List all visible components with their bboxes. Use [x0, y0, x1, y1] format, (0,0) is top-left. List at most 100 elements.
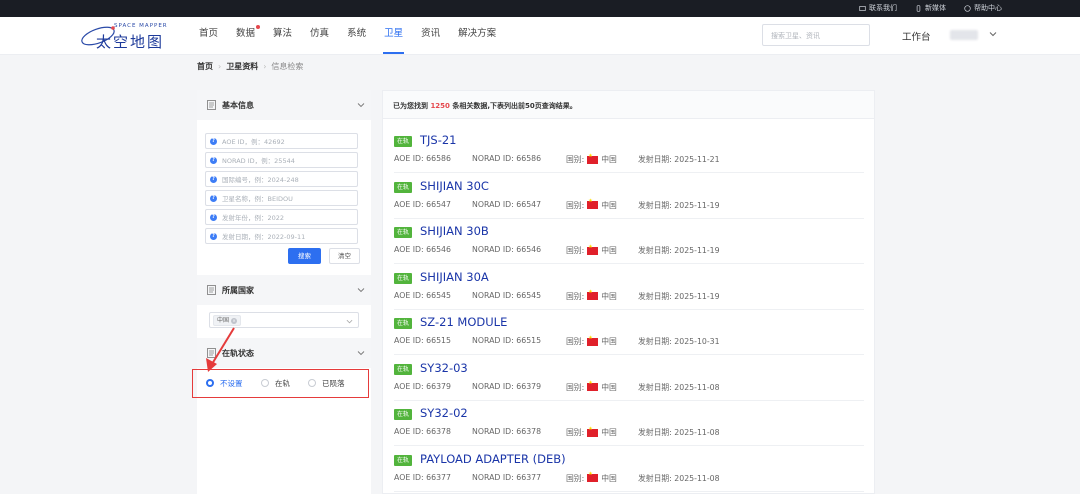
- nav-algorithm[interactable]: 算法: [264, 17, 301, 54]
- search-button[interactable]: 搜索: [288, 248, 321, 264]
- satellite-name-link[interactable]: SY32-03: [420, 361, 468, 375]
- result-count: 1250: [430, 102, 450, 110]
- aoe-id-field[interactable]: ? AOE ID，例：42692: [205, 133, 358, 149]
- satellite-meta: AOE ID: 66586 NORAD ID: 66586 国别: 中国 发射日期: 2…: [394, 153, 720, 165]
- nav-home[interactable]: 首页: [190, 17, 227, 54]
- country: 国别: 中国: [566, 153, 638, 165]
- china-flag-icon: [587, 335, 599, 346]
- help-icon: ?: [210, 194, 217, 202]
- annotation-highlight-box: [192, 369, 369, 398]
- norad-id-field[interactable]: ? NORAD ID，例：25544: [205, 152, 358, 168]
- logo-chinese: 太空地图: [96, 33, 165, 51]
- main-header: SPACE MAPPER 太空地图 首页 数据 算法 仿真 系统 卫星 资讯 解…: [0, 17, 1080, 55]
- satellite-meta: AOE ID: 66545 NORAD ID: 66545 国别: 中国 发射日期: 2…: [394, 289, 720, 302]
- help-icon: [964, 4, 971, 12]
- launch-date-field[interactable]: ? 发射日期，例：2022-09-11: [205, 228, 358, 244]
- status-badge: 在轨: [394, 227, 413, 238]
- nav-simulation[interactable]: 仿真: [301, 17, 338, 54]
- launch-date: 发射日期: 2025-11-08: [638, 473, 720, 483]
- norad-id: NORAD ID: 66515: [472, 336, 542, 345]
- satellite-name-field[interactable]: ? 卫星名称，例：BEIDOU: [205, 190, 358, 206]
- list-item[interactable]: 在轨 SHIJIAN 30C AOE ID: 66547 NORAD ID: 6654…: [394, 174, 864, 219]
- nav-solutions[interactable]: 解决方案: [449, 17, 505, 54]
- contact-link[interactable]: 联系我们: [859, 3, 897, 13]
- satellite-name-link[interactable]: SZ-21 MODULE: [420, 315, 507, 329]
- launch-date: 发射日期: 2025-11-08: [638, 382, 720, 392]
- satellite-name-link[interactable]: TJS-21: [420, 133, 457, 147]
- intl-id-placeholder: 国际编号，例：2024-248: [222, 176, 299, 184]
- chevron-down-icon: [357, 103, 365, 108]
- list-item[interactable]: 在轨 SY32-03 AOE ID: 66379 NORAD ID: 66379 国别:…: [394, 356, 864, 401]
- china-flag-icon: [587, 153, 599, 164]
- country: 国别: 中国: [566, 426, 638, 438]
- contact-icon: [859, 5, 866, 11]
- basic-info-header[interactable]: 基本信息: [197, 90, 371, 120]
- avatar[interactable]: [950, 30, 978, 40]
- nav-satellite[interactable]: 卫星: [375, 17, 412, 54]
- status-badge: 在轨: [394, 272, 413, 284]
- media-link[interactable]: 新媒体: [915, 3, 946, 13]
- breadcrumb-current: 信息检索: [271, 62, 304, 71]
- nav-news[interactable]: 资讯: [412, 17, 449, 54]
- document-icon: [207, 100, 216, 110]
- satellite-name-link[interactable]: SHIJIAN 30B: [420, 224, 489, 238]
- launch-date: 发射日期: 2025-10-31: [638, 337, 720, 346]
- country-title: 所属国家: [222, 285, 254, 295]
- close-icon[interactable]: ×: [231, 317, 238, 324]
- satellite-name-link[interactable]: SY32-02: [420, 406, 468, 420]
- satellite-name-link[interactable]: SHIJIAN 30C: [420, 179, 489, 193]
- breadcrumb-satellite-data[interactable]: 卫星资料: [226, 61, 258, 72]
- clear-button[interactable]: 清空: [329, 248, 360, 264]
- basic-info-title: 基本信息: [222, 100, 254, 110]
- satellite-name-link[interactable]: PAYLOAD ADAPTER (DEB): [420, 452, 566, 466]
- list-item[interactable]: 在轨 SHIJIAN 30A AOE ID: 66545 NORAD ID: 6654…: [394, 265, 864, 310]
- china-flag-icon: [587, 471, 599, 482]
- country-label: 国别:: [566, 291, 585, 301]
- list-item[interactable]: 在轨 SHIJIAN 30B AOE ID: 66546 NORAD ID: 6654…: [394, 219, 864, 264]
- country-label: 国别:: [566, 473, 585, 483]
- aoe-id: AOE ID: 66586: [394, 154, 451, 163]
- norad-id: NORAD ID: 66586: [472, 154, 542, 163]
- intl-id-field[interactable]: ? 国际编号，例：2024-248: [205, 171, 358, 187]
- country-tag[interactable]: 中国 ×: [213, 315, 242, 326]
- aoe-id: AOE ID: 66377: [394, 472, 451, 482]
- country-value: 中国: [601, 473, 617, 483]
- results-panel: 已为您找到 1250 条相关数据,下表列出前50页查询结果。 在轨 TJS-21 A…: [382, 90, 875, 494]
- country: 国别: 中国: [566, 244, 638, 256]
- help-icon: ?: [210, 175, 217, 183]
- norad-id: NORAD ID: 66378: [472, 427, 542, 436]
- country-label: 国别:: [566, 382, 585, 392]
- chevron-down-icon[interactable]: [988, 29, 998, 39]
- nav-system[interactable]: 系统: [338, 17, 375, 54]
- china-flag-icon: [587, 198, 599, 209]
- launch-year-field[interactable]: ? 发射年份，例：2022: [205, 209, 358, 225]
- help-link[interactable]: 帮助中心: [964, 3, 1002, 13]
- aoe-id-placeholder: AOE ID，例：42692: [222, 138, 285, 146]
- country-label: 国别:: [566, 246, 585, 255]
- results-summary: 已为您找到 1250 条相关数据,下表列出前50页查询结果。: [383, 91, 874, 119]
- contact-label: 联系我们: [869, 4, 897, 12]
- logo-english: SPACE MAPPER: [114, 23, 168, 29]
- satellite-name-link[interactable]: SHIJIAN 30A: [420, 270, 489, 284]
- launch-date: 发射日期: 2025-11-19: [638, 246, 720, 255]
- breadcrumb-home[interactable]: 首页: [197, 61, 213, 72]
- workbench-link[interactable]: 工作台: [902, 29, 931, 43]
- header-search-input[interactable]: 搜索卫星、资讯: [762, 24, 870, 46]
- list-item[interactable]: 在轨 TJS-21 AOE ID: 66586 NORAD ID: 66586 国别: 中…: [394, 128, 864, 173]
- country-label: 国别:: [566, 155, 585, 164]
- country-header[interactable]: 所属国家: [197, 275, 371, 305]
- chevron-down-icon: [357, 351, 365, 356]
- status-badge: 在轨: [394, 318, 413, 329]
- site-logo[interactable]: SPACE MAPPER 太空地图: [80, 21, 175, 51]
- list-item[interactable]: 在轨 PAYLOAD ADAPTER (DEB) AOE ID: 66377 NORA…: [394, 447, 864, 492]
- satellite-meta: AOE ID: 66546 NORAD ID: 66546 国别: 中国 发射日期: 2…: [394, 244, 720, 256]
- list-item[interactable]: 在轨 SY32-02 AOE ID: 66378 NORAD ID: 66378 国别:…: [394, 401, 864, 446]
- country-value: 中国: [601, 337, 617, 346]
- nav-data[interactable]: 数据: [227, 17, 264, 54]
- chevron-down-icon: [346, 319, 353, 324]
- china-flag-icon: [587, 380, 599, 391]
- country-label: 国别:: [566, 337, 585, 346]
- country: 国别: 中国: [566, 380, 638, 393]
- list-item[interactable]: 在轨 SZ-21 MODULE AOE ID: 66515 NORAD ID: 665…: [394, 310, 864, 355]
- breadcrumb: 首页 › 卫星资料 › 信息检索: [197, 61, 303, 72]
